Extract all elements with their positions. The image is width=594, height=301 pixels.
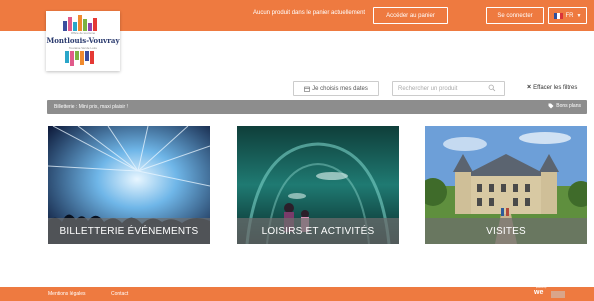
contact-link[interactable]: Contact — [111, 291, 128, 297]
login-button[interactable]: Se connecter — [486, 7, 544, 24]
cart-button[interactable]: Accéder au panier — [373, 7, 448, 24]
calendar-icon — [304, 86, 310, 92]
search-input[interactable]: Rechercher un produit — [392, 81, 505, 96]
brand-logo[interactable]: we — [534, 289, 543, 296]
cart-status-text: Aucun produit dans le panier actuellemen… — [253, 10, 366, 16]
ticketing-bar: Billetterie : Mini prix, maxi plaisir ! … — [47, 100, 587, 114]
language-label: FR — [565, 12, 574, 19]
category-card-visits[interactable]: VISITES — [425, 126, 587, 244]
language-selector[interactable]: FR ▼ — [548, 7, 587, 24]
logo-bars-top — [63, 15, 97, 31]
footer: Mentions légales Contact powered by we — [0, 287, 594, 301]
good-deals-link[interactable]: Bons plans — [548, 103, 581, 109]
choose-dates-button[interactable]: Je choisis mes dates — [293, 81, 379, 96]
logo-subtitle: Touraine Val de Loire — [68, 46, 98, 50]
category-label: LOISIRS ET ACTIVITÉS — [237, 218, 399, 244]
flag-fr-icon — [553, 12, 563, 19]
clear-filters-label: Effacer les filtres — [533, 84, 578, 91]
brand-logo-mark — [551, 291, 565, 298]
clear-filters-link[interactable]: × Effacer les filtres — [527, 84, 577, 91]
close-icon: × — [527, 84, 532, 91]
tag-icon — [548, 103, 554, 109]
search-icon[interactable] — [488, 84, 496, 92]
choose-dates-label: Je choisis mes dates — [312, 85, 368, 92]
chevron-down-icon: ▼ — [576, 12, 582, 19]
category-card-events[interactable]: BILLETTERIE ÉVÉNEMENTS — [48, 126, 210, 244]
legal-notice-link[interactable]: Mentions légales — [48, 291, 86, 297]
logo-tagline: Office de tourisme — [70, 31, 96, 35]
category-label: VISITES — [425, 218, 587, 244]
logo-name: Montlouis-Vouvray — [46, 36, 120, 45]
good-deals-label: Bons plans — [556, 103, 581, 109]
search-placeholder: Rechercher un produit — [398, 85, 458, 92]
logo-bars-bottom — [65, 51, 94, 66]
category-label: BILLETTERIE ÉVÉNEMENTS — [48, 218, 210, 244]
site-logo[interactable]: Office de tourisme Montlouis-Vouvray Tou… — [46, 11, 120, 71]
category-card-leisure[interactable]: LOISIRS ET ACTIVITÉS — [237, 126, 399, 244]
ticketing-slogan: Billetterie : Mini prix, maxi plaisir ! — [54, 104, 128, 110]
